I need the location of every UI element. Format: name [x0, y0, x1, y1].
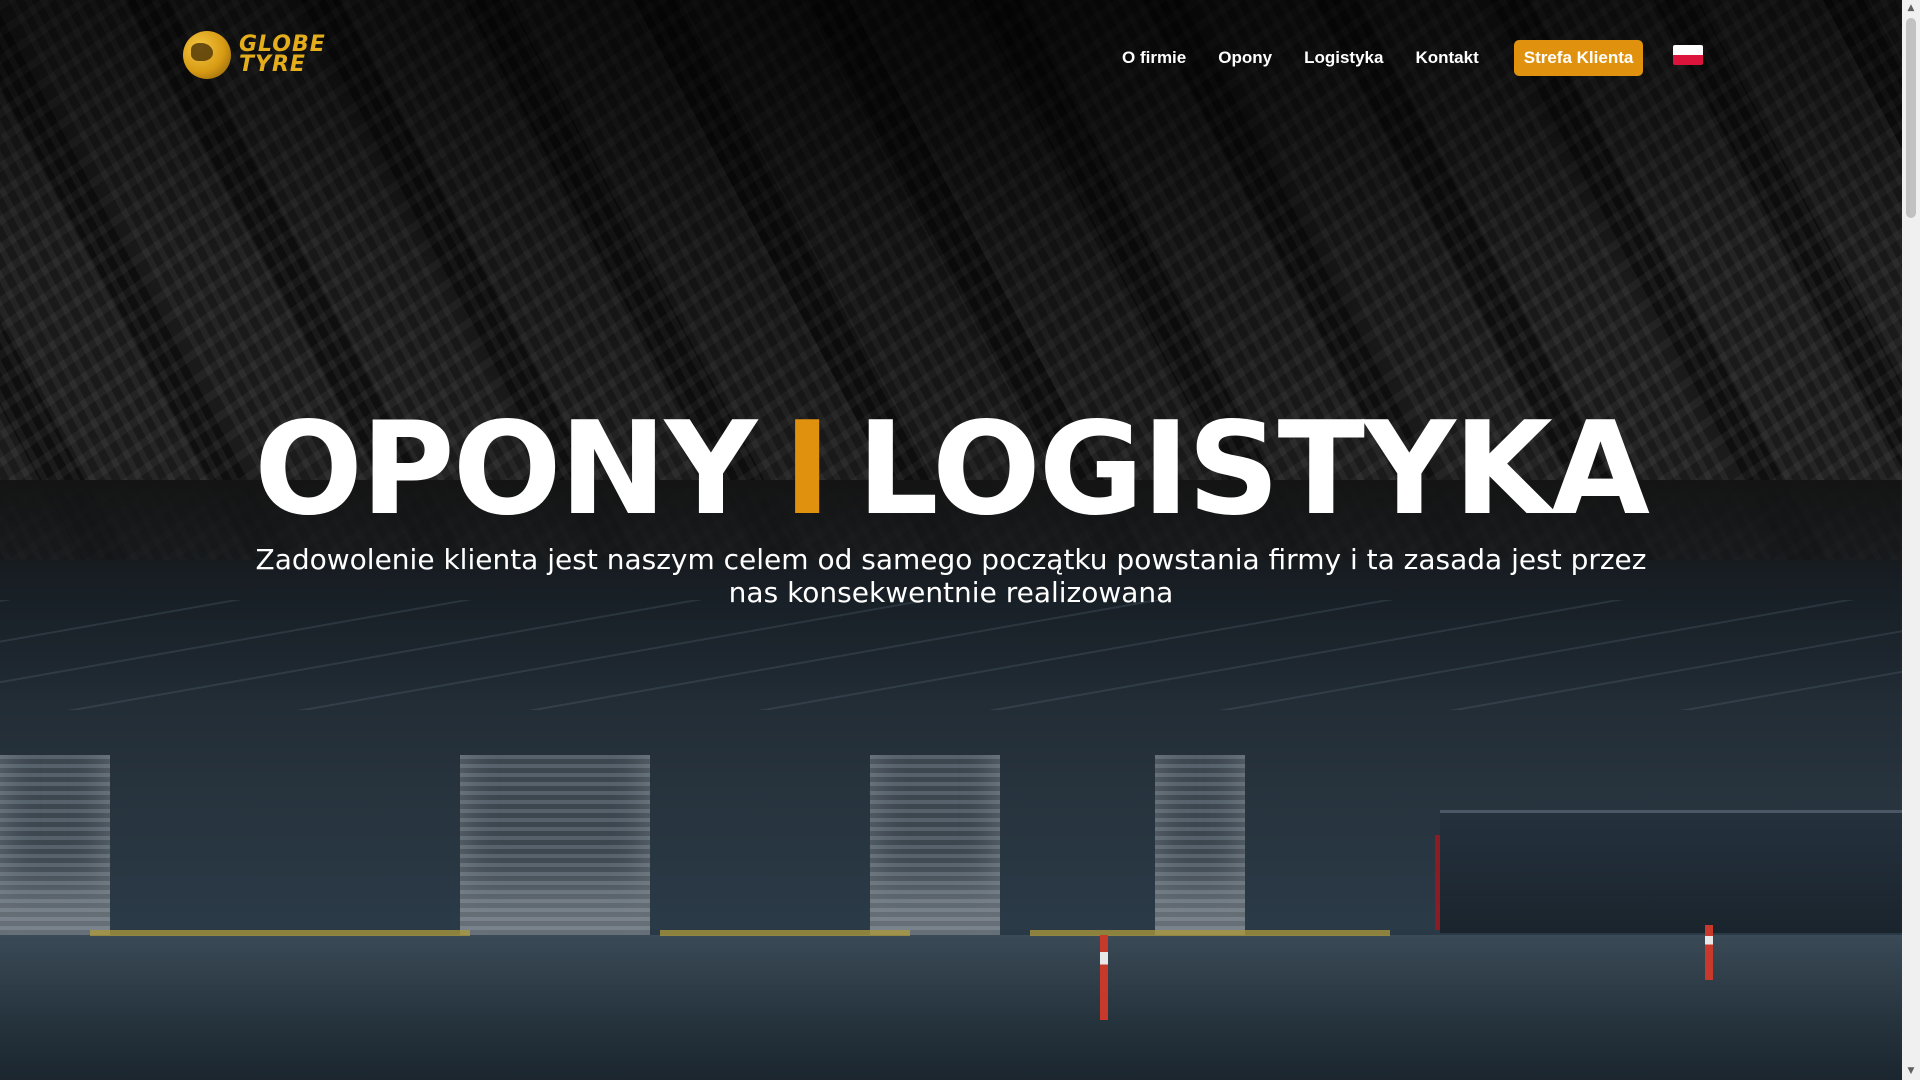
page-scrollbar[interactable]: ▲ ▼: [1902, 0, 1920, 1080]
nav-link-logistyka[interactable]: Logistyka: [1304, 43, 1383, 73]
page: GLOBE TYRE O firmie Opony Logistyka Kont…: [0, 0, 1902, 1080]
hero-subtitle: Zadowolenie klienta jest naszym celem od…: [255, 543, 1647, 609]
site-header: GLOBE TYRE O firmie Opony Logistyka Kont…: [0, 0, 1902, 110]
scroll-down-arrow-icon[interactable]: ▼: [1902, 1063, 1920, 1080]
truck-image: [1440, 810, 1902, 933]
hero-title-separator: I: [783, 395, 831, 544]
nav-link-opony[interactable]: Opony: [1218, 43, 1272, 73]
nav-link-kontakt[interactable]: Kontakt: [1415, 43, 1478, 73]
globe-icon: [183, 31, 231, 79]
hero-title-left: OPONY: [254, 395, 757, 544]
scrollbar-thumb[interactable]: [1906, 18, 1916, 218]
hero-title: OPONY I LOGISTYKA: [0, 400, 1902, 540]
client-zone-button[interactable]: Strefa Klienta: [1513, 40, 1644, 76]
scroll-up-arrow-icon[interactable]: ▲: [1902, 0, 1920, 17]
nav-link-o-firmie[interactable]: O firmie: [1122, 43, 1186, 73]
main-nav: O firmie Opony Logistyka Kontakt Strefa …: [1122, 40, 1644, 76]
poland-flag-icon[interactable]: [1673, 45, 1703, 65]
hero-title-right: LOGISTYKA: [856, 395, 1650, 544]
logo-text-line2: TYRE: [239, 52, 306, 77]
logo[interactable]: GLOBE TYRE: [183, 31, 326, 79]
